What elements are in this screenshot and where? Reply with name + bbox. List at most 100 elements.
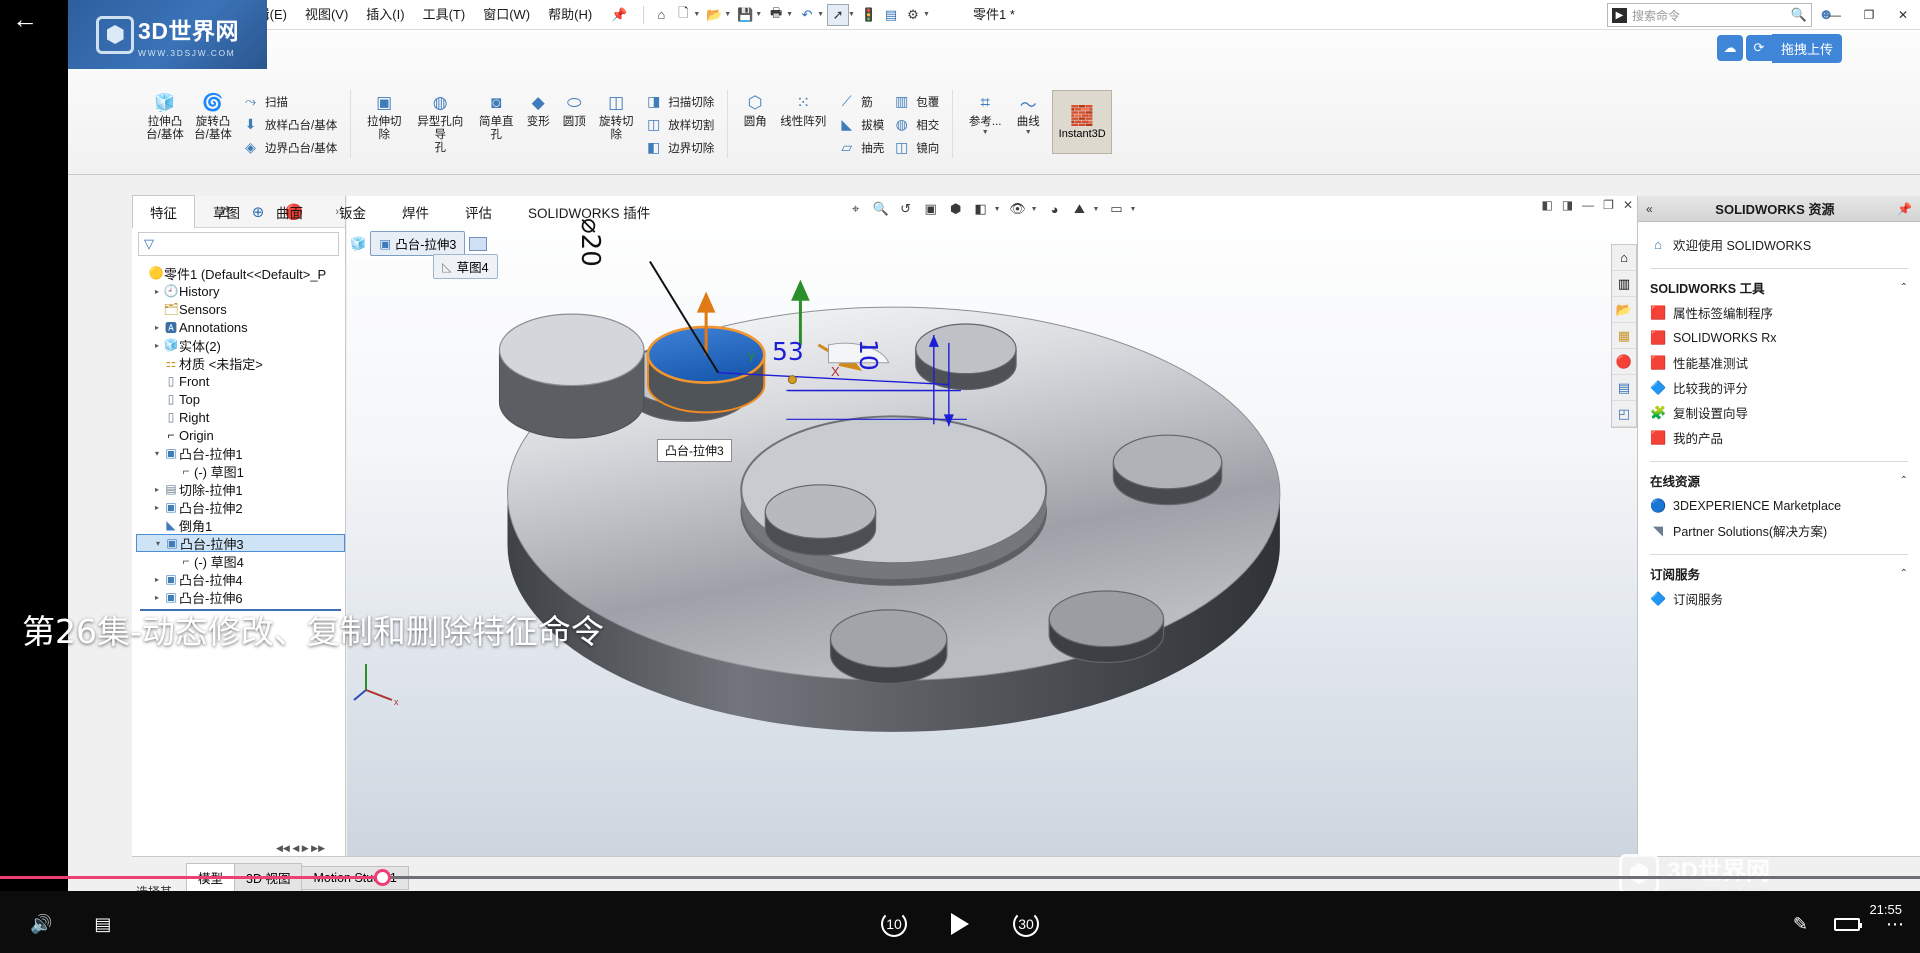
rib-command[interactable]: ⟋ 筋 (837, 92, 884, 111)
feature-tree-item[interactable]: ▸ 🕘 History (136, 282, 345, 300)
tab-sheetmetal[interactable]: 钣金 (321, 195, 384, 228)
chevron-up-icon[interactable]: ⌃ (1900, 568, 1908, 579)
chevron-down-icon[interactable]: ▼ (1025, 129, 1032, 136)
tree-expand-arrow[interactable]: ▸ (151, 485, 163, 494)
extrude-boss-command[interactable]: 🧊 拉伸凸 台/基体 (141, 90, 189, 142)
curves-command[interactable]: 〜 曲线 ▼ (1008, 90, 1048, 137)
wrap-command[interactable]: ▥ 包覆 (892, 92, 939, 111)
feature-tree-item[interactable]: ▸ ▤ 切除-拉伸1 (136, 480, 345, 498)
menu-insert[interactable]: 插入(I) (357, 0, 413, 30)
task-pane-link[interactable]: 🟥 属性标签编制程序 (1650, 300, 1908, 325)
solidworks-forum-icon[interactable]: ◰ (1612, 401, 1636, 427)
cloud-upload-icon[interactable]: ☁ (1716, 35, 1743, 61)
pin-icon[interactable]: 📌 (601, 7, 637, 23)
open-document-icon[interactable]: 📂 (703, 4, 725, 26)
task-pane-section-header[interactable]: 订阅服务 ⌃ (1650, 554, 1908, 583)
tree-expand-arrow[interactable]: ▾ (152, 539, 164, 548)
rebuild-icon[interactable]: 🚦 (858, 4, 880, 26)
chevron-down-icon[interactable]: ▼ (817, 11, 824, 18)
tab-evaluate[interactable]: 评估 (447, 195, 510, 228)
boundary-cut-command[interactable]: ◧ 边界切除 (644, 138, 714, 157)
linear-dim-53-label[interactable]: 53 (772, 337, 804, 366)
chevron-down-icon[interactable]: ▼ (693, 11, 700, 18)
tree-expand-arrow[interactable]: ▸ (151, 593, 163, 602)
file-properties-icon[interactable]: ▤ (880, 4, 902, 26)
linear-pattern-command[interactable]: ⁙ 线性阵列 (773, 90, 833, 129)
task-pane-link[interactable]: 🔵 3DEXPERIENCE Marketplace (1650, 493, 1908, 518)
model-graphics[interactable] (347, 196, 1637, 856)
task-pane-link[interactable]: 🔷 比较我的评分 (1650, 375, 1908, 400)
upload-widget[interactable]: ☁ ⟳ 拖拽上传 (1716, 33, 1842, 63)
revolve-cut-command[interactable]: ◫ 旋转切 除 (592, 90, 640, 142)
save-icon[interactable]: 💾 (734, 4, 756, 26)
new-document-icon[interactable]: 🗋 (672, 4, 694, 26)
feature-tree-item[interactable]: ⚏ 材质 <未指定> (136, 354, 345, 372)
loft-boss-command[interactable]: ⬇ 放样凸台/基体 (241, 115, 338, 134)
hole-wizard-command[interactable]: ◍ 异型孔向导 孔 (408, 90, 472, 155)
boundary-boss-command[interactable]: ◈ 边界凸台/基体 (241, 138, 337, 157)
tree-expand-arrow[interactable]: ▸ (151, 341, 163, 350)
chevron-down-icon[interactable]: ▼ (755, 11, 762, 18)
feature-tree-item[interactable]: ⌐ (-) 草图4 (136, 552, 345, 570)
feature-tree-item[interactable]: 🟡 零件1 (Default<<Default>_P (136, 264, 345, 282)
search-command-box[interactable]: ▶ 搜索命令 🔍 (1607, 3, 1812, 27)
feature-tree-item[interactable]: ▸ 🅰 Annotations (136, 318, 345, 336)
chevron-down-icon[interactable]: ▼ (724, 11, 731, 18)
menu-tools[interactable]: 工具(T) (414, 0, 475, 30)
close-button[interactable]: ✕ (1886, 0, 1920, 30)
magnifier-icon[interactable]: 🔍 (1791, 7, 1807, 23)
chevron-down-icon[interactable]: ▼ (786, 11, 793, 18)
seek-handle[interactable] (374, 869, 391, 886)
sweep-cut-command[interactable]: ◨ 扫描切除 (644, 92, 714, 111)
fillet-command[interactable]: ⬡ 圆角 (737, 90, 773, 129)
file-explorer-icon[interactable]: 📂 (1612, 297, 1636, 323)
feature-tree-item[interactable]: ▯ Top (136, 390, 345, 408)
chevron-down-icon[interactable]: ▼ (848, 11, 855, 18)
tree-expand-arrow[interactable]: ▸ (151, 287, 163, 296)
cloud-sync-icon[interactable]: ⟳ (1745, 35, 1772, 61)
tab-sketch[interactable]: 草图 (195, 195, 258, 228)
feature-tree-item[interactable]: ▸ ▣ 凸台-拉伸6 (136, 588, 345, 606)
feature-tree-item[interactable]: ⌐ Origin (136, 426, 345, 444)
linear-dim-10-label[interactable]: 10 (854, 339, 883, 371)
home-icon[interactable]: ⌂ (650, 4, 672, 26)
feature-tree-item[interactable]: ⌐ (-) 草图1 (136, 462, 345, 480)
tab-features[interactable]: 特征 (132, 195, 195, 228)
feature-tree-item[interactable]: ▯ Right (136, 408, 345, 426)
appearances-icon[interactable]: 🔴 (1612, 349, 1636, 375)
task-pane-link[interactable]: 🟥 我的产品 (1650, 425, 1908, 450)
tab-addins[interactable]: SOLIDWORKS 插件 (510, 195, 668, 228)
feature-tree-item-selected[interactable]: ▾ ▣ 凸台-拉伸3 (136, 534, 345, 552)
task-pane-link[interactable]: 🔷 订阅服务 (1650, 586, 1908, 611)
loft-cut-command[interactable]: ◫ 放样切割 (644, 115, 714, 134)
rewind-10-icon[interactable]: 10 (879, 909, 909, 939)
pin-icon[interactable]: 📌 (1897, 202, 1912, 216)
tab-weldments[interactable]: 焊件 (384, 195, 447, 228)
reference-geometry-command[interactable]: ⌗ 参考... ▼ (962, 90, 1008, 136)
undo-icon[interactable]: ↶ (796, 4, 818, 26)
task-pane-link[interactable]: 🧩 复制设置向导 (1650, 400, 1908, 425)
settings-icon[interactable]: ⋯ (1886, 914, 1904, 935)
options-gear-icon[interactable]: ⚙ (902, 4, 924, 26)
brightness-pen-icon[interactable]: ✎ (1793, 914, 1808, 935)
feature-tree-item[interactable]: 🗂 Sensors (136, 300, 345, 318)
minimize-button[interactable]: — (1818, 0, 1852, 30)
chevron-up-icon[interactable]: ⌃ (1900, 475, 1908, 486)
seek-bar[interactable] (0, 863, 1920, 891)
simple-hole-command[interactable]: ◙ 简单直 孔 (472, 90, 520, 142)
tab-surfaces[interactable]: 曲面 (258, 195, 321, 228)
deform-command[interactable]: ◆ 变形 (520, 90, 556, 129)
feature-tree-item[interactable]: ▸ ▣ 凸台-拉伸2 (136, 498, 345, 516)
task-pane-section-header[interactable]: 在线资源 ⌃ (1650, 461, 1908, 490)
menu-help[interactable]: 帮助(H) (539, 0, 601, 30)
revolve-boss-command[interactable]: 🌀 旋转凸 台/基体 (189, 90, 237, 142)
feature-tree-item[interactable]: ▯ Front (136, 372, 345, 390)
view-palette-icon[interactable]: ▦ (1612, 323, 1636, 349)
select-cursor-icon[interactable]: ➚ (827, 3, 850, 26)
view-home-icon[interactable]: ⌂ (1612, 245, 1636, 271)
tree-expand-arrow[interactable]: ▸ (151, 503, 163, 512)
mirror-command[interactable]: ◫ 镜向 (892, 138, 939, 157)
task-pane-link[interactable]: ◥ Partner Solutions(解决方案) (1650, 518, 1908, 543)
chevron-up-icon[interactable]: ⌃ (1900, 282, 1908, 293)
extrude-cut-command[interactable]: ▣ 拉伸切 除 (360, 90, 408, 142)
